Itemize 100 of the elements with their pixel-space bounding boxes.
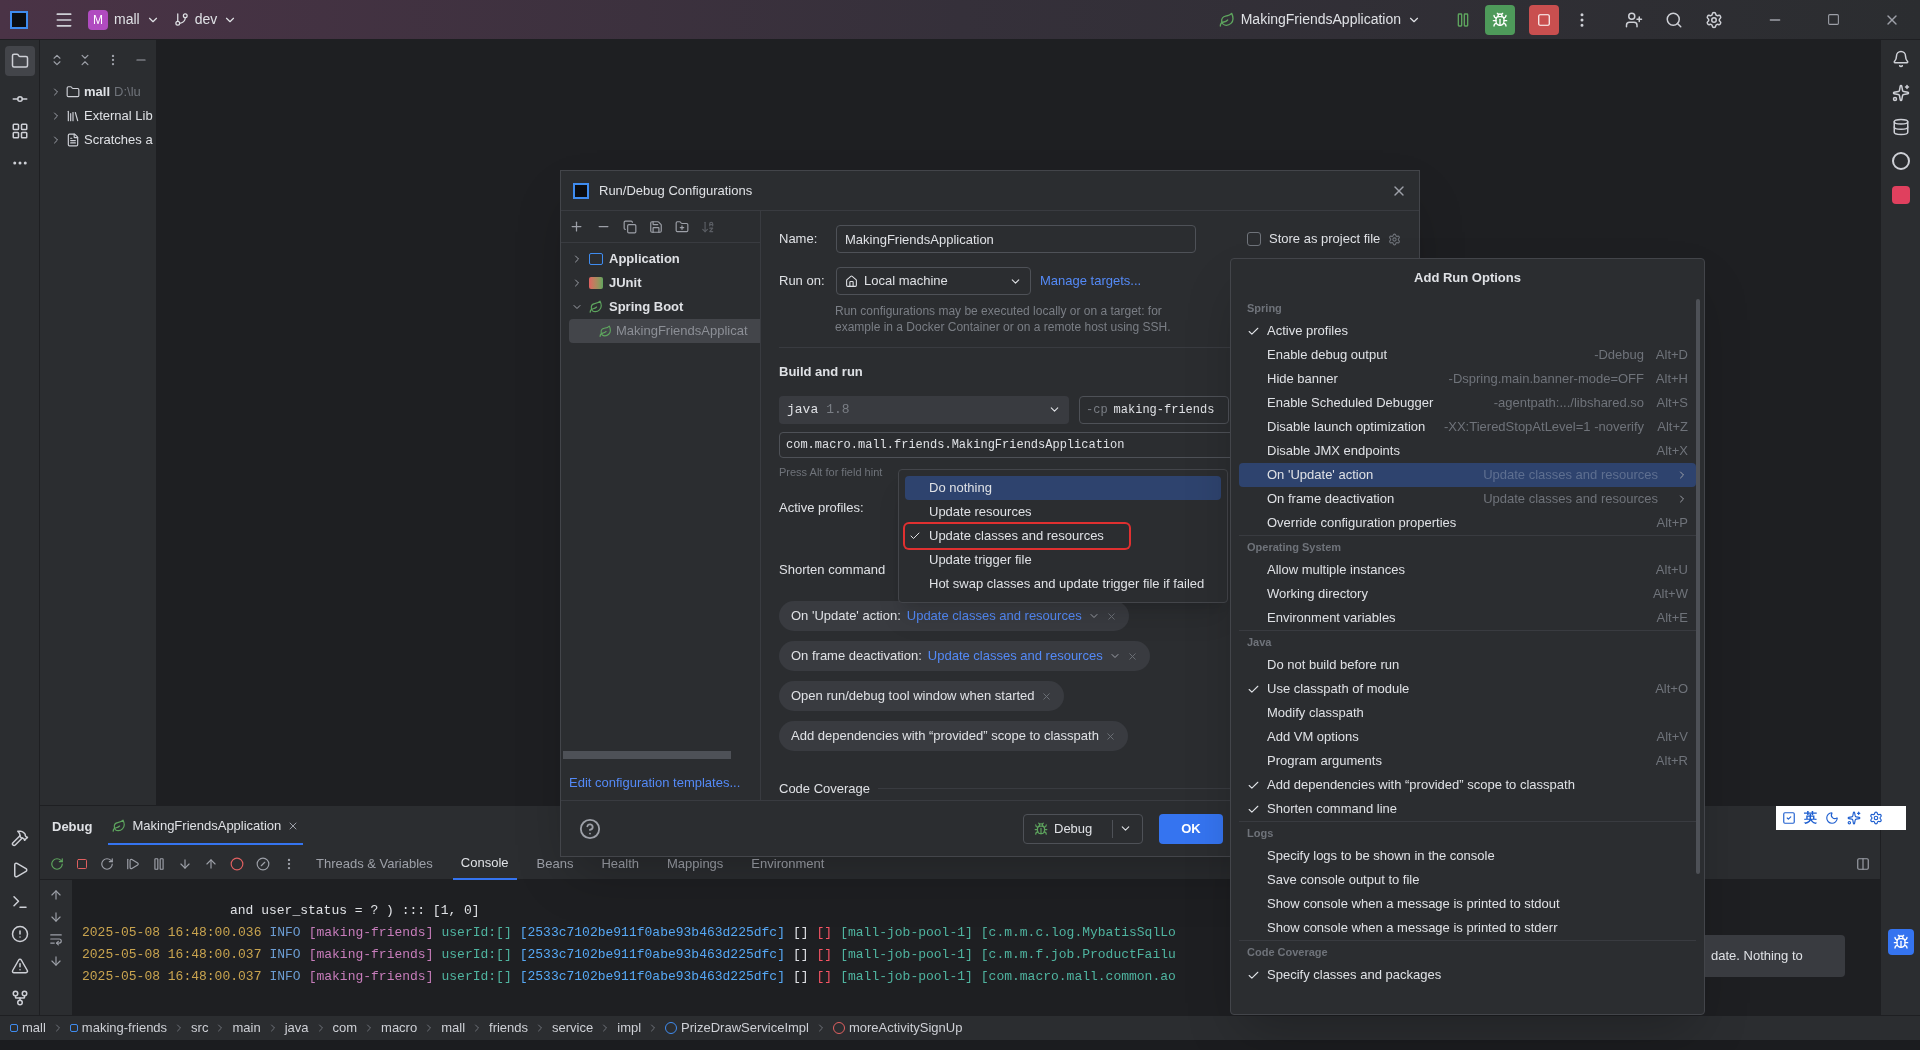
breadcrumb[interactable]: mall	[441, 1018, 466, 1038]
database-icon[interactable]	[1891, 118, 1910, 136]
search-icon[interactable]	[1665, 10, 1683, 29]
run-option[interactable]: Specify logs to be shown in the console	[1239, 844, 1696, 868]
run-option[interactable]: Add dependencies with “provided” scope to classpath	[1239, 773, 1696, 797]
session-tab[interactable]: MakingFriendsApplication	[108, 809, 304, 845]
layout-icon[interactable]	[1856, 856, 1870, 871]
settings-icon[interactable]	[1869, 811, 1883, 825]
pause-icon[interactable]	[1455, 11, 1471, 28]
config-group[interactable]: Spring Boot	[561, 295, 760, 319]
scrollbar[interactable]	[1696, 299, 1700, 874]
breakpoints-icon[interactable]	[230, 856, 244, 871]
breadcrumb[interactable]: com	[332, 1018, 358, 1038]
project-selector[interactable]: M mall	[88, 9, 160, 30]
breadcrumb[interactable]: main	[232, 1018, 261, 1038]
debug-tab[interactable]: Environment	[743, 847, 833, 880]
run-option[interactable]: Working directory Alt+W	[1239, 582, 1696, 606]
run-option[interactable]: Specify classes and packages	[1239, 963, 1696, 987]
scroll-to-end-icon[interactable]	[49, 954, 63, 968]
copy-icon[interactable]	[623, 219, 637, 234]
run-option[interactable]: Shorten command line	[1239, 797, 1696, 821]
breadcrumb[interactable]: making-friends	[69, 1018, 168, 1038]
sparkle-icon[interactable]	[1847, 811, 1861, 825]
edit-templates-link[interactable]: Edit configuration templates...	[569, 772, 741, 792]
breadcrumb[interactable]: macro	[381, 1018, 418, 1038]
breadcrumb[interactable]: src	[191, 1018, 209, 1038]
dropdown-option[interactable]: Update trigger file	[905, 548, 1221, 572]
run-option[interactable]: Active profiles	[1239, 319, 1696, 343]
manage-targets-link[interactable]: Manage targets...	[1040, 271, 1142, 291]
run-on-dropdown[interactable]: Local machine	[836, 267, 1031, 295]
run-option[interactable]: Use classpath of module Alt+O	[1239, 677, 1696, 701]
jdk-dropdown[interactable]: java 1.8	[779, 395, 1069, 424]
checkbox[interactable]	[1247, 232, 1261, 246]
rerun-debug-button[interactable]	[1485, 4, 1515, 35]
restart-icon[interactable]	[100, 856, 114, 871]
new-folder-icon[interactable]	[675, 219, 689, 234]
checkbox-icon[interactable]	[1782, 811, 1796, 825]
dropdown-option[interactable]: Update classes and resources	[905, 524, 1129, 548]
stop-icon[interactable]	[76, 857, 88, 870]
hammer-icon[interactable]	[10, 829, 29, 847]
app-logo-icon[interactable]	[10, 10, 28, 29]
assistant-icon[interactable]	[1891, 84, 1910, 102]
warning-icon[interactable]	[10, 957, 29, 975]
problems-icon[interactable]	[10, 925, 29, 943]
tree-item[interactable]: External Lib	[40, 104, 156, 128]
moon-icon[interactable]	[1825, 811, 1839, 825]
run-option[interactable]: Hide banner -Dspring.main.banner-mode=OFF Alt+H	[1239, 367, 1696, 391]
tree-item[interactable]: mall D:\lu	[40, 80, 156, 104]
input-mode-label[interactable]: 英	[1804, 808, 1817, 828]
run-option[interactable]: Program arguments Alt+R	[1239, 749, 1696, 773]
terminal-icon[interactable]	[10, 893, 29, 911]
config-group[interactable]: JUnit	[561, 271, 760, 295]
dropdown-option[interactable]: Hot swap classes and update trigger file if failed	[905, 572, 1221, 596]
config-group[interactable]: Application	[561, 247, 760, 271]
debug-tab[interactable]: Beans	[528, 847, 582, 880]
branch-selector[interactable]: dev	[173, 9, 238, 30]
breadcrumb[interactable]: PrizeDrawServiceImpl	[665, 1018, 809, 1038]
help-icon[interactable]	[579, 817, 601, 840]
step-into-icon[interactable]	[178, 856, 192, 871]
debug-tab[interactable]: Threads & Variables	[308, 847, 441, 880]
debug-tab[interactable]: Health	[593, 847, 647, 880]
pause-icon[interactable]	[152, 856, 166, 871]
run-option[interactable]: Save console output to file	[1239, 868, 1696, 892]
project-tool-button[interactable]	[4, 46, 35, 76]
structure-icon[interactable]	[10, 122, 29, 140]
breadcrumb[interactable]: friends	[489, 1018, 529, 1038]
run-option[interactable]: Environment variables Alt+E	[1239, 606, 1696, 630]
save-icon[interactable]	[649, 219, 663, 234]
option-chip[interactable]: Add dependencies with “provided” scope to classpath	[779, 721, 1128, 751]
breadcrumb[interactable]: java	[284, 1018, 309, 1038]
breadcrumb[interactable]: mall	[10, 1018, 46, 1038]
debug-tab[interactable]: Mappings	[659, 847, 732, 880]
scroll-down-icon[interactable]	[49, 910, 63, 924]
resume-icon[interactable]	[126, 856, 140, 871]
run-option[interactable]: Enable Scheduled Debugger -agentpath:.../libshared.so Alt+S	[1239, 391, 1696, 415]
git-icon[interactable]	[10, 989, 29, 1007]
tree-item[interactable]: Scratches a	[40, 128, 156, 152]
maximize-icon[interactable]	[1827, 13, 1840, 26]
add-icon[interactable]	[569, 219, 584, 234]
run-option[interactable]: On frame deactivation Update classes and resources	[1239, 487, 1696, 511]
mute-breakpoints-icon[interactable]	[256, 856, 270, 871]
notifications-icon[interactable]	[1891, 50, 1910, 68]
run-option[interactable]: Add VM options Alt+V	[1239, 725, 1696, 749]
name-field[interactable]: MakingFriendsApplication	[836, 225, 1196, 253]
run-option[interactable]: Modify classpath	[1239, 701, 1696, 725]
breadcrumb[interactable]: impl	[617, 1018, 642, 1038]
dropdown-option[interactable]: Update resources	[905, 500, 1221, 524]
collapse-all-icon[interactable]	[78, 53, 92, 67]
scroll-up-icon[interactable]	[49, 888, 63, 902]
stop-button[interactable]	[1529, 4, 1559, 35]
run-option[interactable]: Override configuration properties Alt+P	[1239, 511, 1696, 535]
debug-tool-button[interactable]	[1887, 929, 1914, 955]
ok-button[interactable]: OK	[1159, 813, 1223, 844]
run-configuration-selector[interactable]: MakingFriendsApplication	[1218, 9, 1421, 30]
soft-wrap-icon[interactable]	[49, 932, 63, 946]
breadcrumb[interactable]: moreActivitySignUp	[832, 1018, 963, 1038]
step-out-icon[interactable]	[204, 856, 218, 871]
scrollbar[interactable]	[563, 750, 731, 759]
dropdown-option[interactable]: Do nothing	[905, 476, 1221, 500]
run-option[interactable]: Allow multiple instances Alt+U	[1239, 558, 1696, 582]
